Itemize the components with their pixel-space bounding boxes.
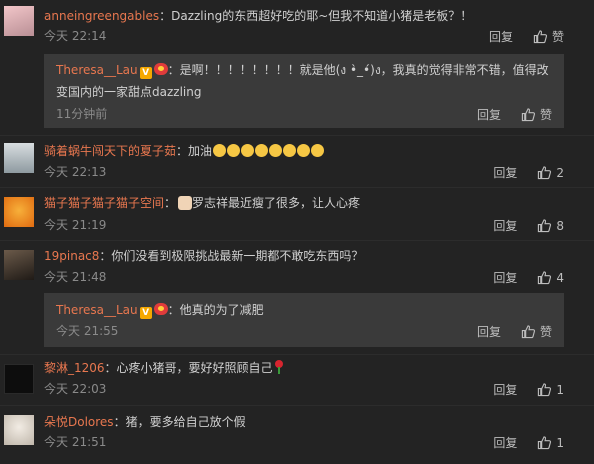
- divider: [0, 135, 594, 136]
- comment-actions: 回复 赞: [489, 28, 564, 45]
- thumbs-up-icon: [533, 30, 548, 44]
- comment-time: 今天 22:14: [44, 29, 107, 43]
- comment-username[interactable]: anneingreengables: [44, 9, 159, 23]
- comment-item: 19pinac8：你们没看到极限挑战最新一期都不敢吃东西吗？ 今天 21:48 …: [0, 242, 594, 350]
- comment-item: anneingreengables：Dazzling的东西超好吃的耶~但我不知道…: [0, 0, 594, 138]
- verified-badge-icon: V: [139, 67, 152, 79]
- thumbs-up-icon: [538, 436, 552, 450]
- thumbs-up-icon: [538, 219, 552, 233]
- like-label: 赞: [539, 108, 552, 122]
- comment-time: 今天 21:19: [44, 218, 107, 232]
- comment-text: 罗志祥最近瘦了很多，让人心疼: [192, 196, 361, 210]
- reply-button[interactable]: 回复: [477, 323, 501, 340]
- comment-text: ：猪，要多给自己放个假: [113, 415, 246, 429]
- emoji-icon: [311, 144, 325, 157]
- comment-time: 今天 21:48: [44, 270, 107, 284]
- emoji-icon: [227, 144, 241, 157]
- avatar[interactable]: [4, 6, 34, 36]
- sub-reply-actions: 回复 赞: [477, 106, 552, 123]
- emoji-icon: [283, 144, 297, 157]
- comment-actions: 回复 1: [493, 381, 564, 398]
- reply-button[interactable]: 回复: [493, 269, 517, 286]
- comment-item: 骑着蜗牛闯天下的夏子茹：加油 今天 22:13 回复 2: [0, 137, 594, 187]
- avatar[interactable]: [4, 143, 34, 173]
- reply-button[interactable]: 回复: [477, 106, 501, 123]
- divider: [0, 187, 594, 188]
- like-button[interactable]: 2: [537, 165, 564, 180]
- member-badge-icon: [153, 303, 168, 315]
- comment-time: 今天 22:03: [44, 382, 107, 396]
- sub-reply-time: 11分钟前: [56, 107, 108, 121]
- sub-reply-username[interactable]: Theresa__Lau: [56, 63, 138, 77]
- comment-time: 今天 22:13: [44, 165, 107, 179]
- like-button[interactable]: 赞: [521, 323, 552, 340]
- reply-button[interactable]: 回复: [489, 28, 513, 45]
- like-button[interactable]: 赞: [533, 28, 564, 45]
- comment-text: ：心疼小猪哥，要好好照顾自己: [104, 361, 273, 375]
- comment-username[interactable]: 朵悦Dolores: [44, 415, 114, 429]
- comment-username[interactable]: 骑着蜗牛闯天下的夏子茹: [44, 144, 176, 158]
- like-count: 2: [556, 165, 564, 180]
- emoji-icon: [297, 144, 311, 157]
- like-button[interactable]: 8: [537, 218, 564, 233]
- comment-username[interactable]: 猫子猫子猫子猫子空间: [44, 196, 164, 210]
- like-button[interactable]: 赞: [521, 106, 552, 123]
- like-count: 8: [556, 218, 564, 233]
- thumbs-up-icon: [538, 383, 552, 397]
- comment-username[interactable]: 黎淋_1206: [44, 361, 105, 375]
- reply-button[interactable]: 回复: [493, 164, 517, 181]
- sub-reply-text-cont: 变国内的一家甜点dazzling: [56, 85, 202, 99]
- verified-badge-icon: V: [139, 307, 152, 319]
- emoji-icon: [241, 144, 255, 157]
- comment-text: ：你们没看到极限挑战最新一期都不敢吃东西吗？: [99, 249, 364, 263]
- like-label: 赞: [539, 325, 552, 339]
- thumbs-up-icon: [538, 271, 552, 285]
- divider: [0, 354, 594, 355]
- thumbs-up-icon: [521, 108, 536, 122]
- avatar[interactable]: [4, 250, 34, 280]
- comment-actions: 回复 2: [493, 164, 564, 181]
- like-label: 赞: [551, 30, 564, 44]
- avatar[interactable]: [4, 197, 34, 227]
- sub-reply: Theresa__Lau V ：他真的为了减肥 今天 21:55 回复 赞: [44, 293, 564, 347]
- comment-item: 猫子猫子猫子猫子空间： 罗志祥最近瘦了很多，让人心疼 今天 21:19 回复 8: [0, 189, 594, 239]
- cat-emoji-icon: [178, 196, 193, 210]
- emoji-icon: [269, 144, 283, 157]
- sub-reply-text: ：是啊！！！！！！！！就是他(ง •̀_•́)ง，我真的觉得非常不错，值得改: [167, 63, 549, 77]
- avatar[interactable]: [4, 364, 34, 394]
- like-count: 1: [556, 382, 564, 397]
- comment-item: 朵悦Dolores：猪，要多给自己放个假 今天 21:51 回复 1: [0, 407, 594, 464]
- comment-actions: 回复 4: [493, 269, 564, 286]
- emoji-icon: [255, 144, 269, 157]
- comment-actions: 回复 8: [493, 217, 564, 234]
- comment-item: 黎淋_1206：心疼小猪哥，要好好照顾自己 今天 22:03 回复 1: [0, 356, 594, 404]
- sub-reply-username[interactable]: Theresa__Lau: [56, 303, 138, 317]
- sub-reply-text: ：他真的为了减肥: [167, 303, 264, 317]
- sub-reply-time: 今天 21:55: [56, 324, 119, 338]
- reply-button[interactable]: 回复: [493, 217, 517, 234]
- thumbs-up-icon: [538, 166, 552, 180]
- divider: [0, 240, 594, 241]
- rose-icon: [273, 360, 285, 374]
- reply-button[interactable]: 回复: [493, 381, 517, 398]
- comment-text: ：Dazzling的东西超好吃的耶~但我不知道小猪是老板？！: [159, 9, 473, 23]
- like-count: 1: [556, 435, 564, 450]
- thumbs-up-icon: [521, 325, 536, 339]
- comment-text-prefix: ：: [164, 196, 177, 210]
- sub-reply: Theresa__Lau V ：是啊！！！！！！！！就是他(ง •̀_•́)ง，我真…: [44, 54, 564, 128]
- member-badge-icon: [153, 63, 168, 75]
- comment-text: ：加油: [176, 144, 213, 158]
- comment-time: 今天 21:51: [44, 435, 107, 449]
- comment-actions: 回复 1: [493, 434, 564, 451]
- like-button[interactable]: 4: [537, 270, 564, 285]
- like-button[interactable]: 1: [537, 435, 564, 450]
- reply-button[interactable]: 回复: [493, 434, 517, 451]
- comment-username[interactable]: 19pinac8: [44, 249, 99, 263]
- avatar[interactable]: [4, 415, 34, 445]
- like-button[interactable]: 1: [537, 382, 564, 397]
- sub-reply-actions: 回复 赞: [477, 323, 552, 340]
- like-count: 4: [556, 270, 564, 285]
- emoji-icon: [213, 144, 227, 157]
- divider: [0, 405, 594, 406]
